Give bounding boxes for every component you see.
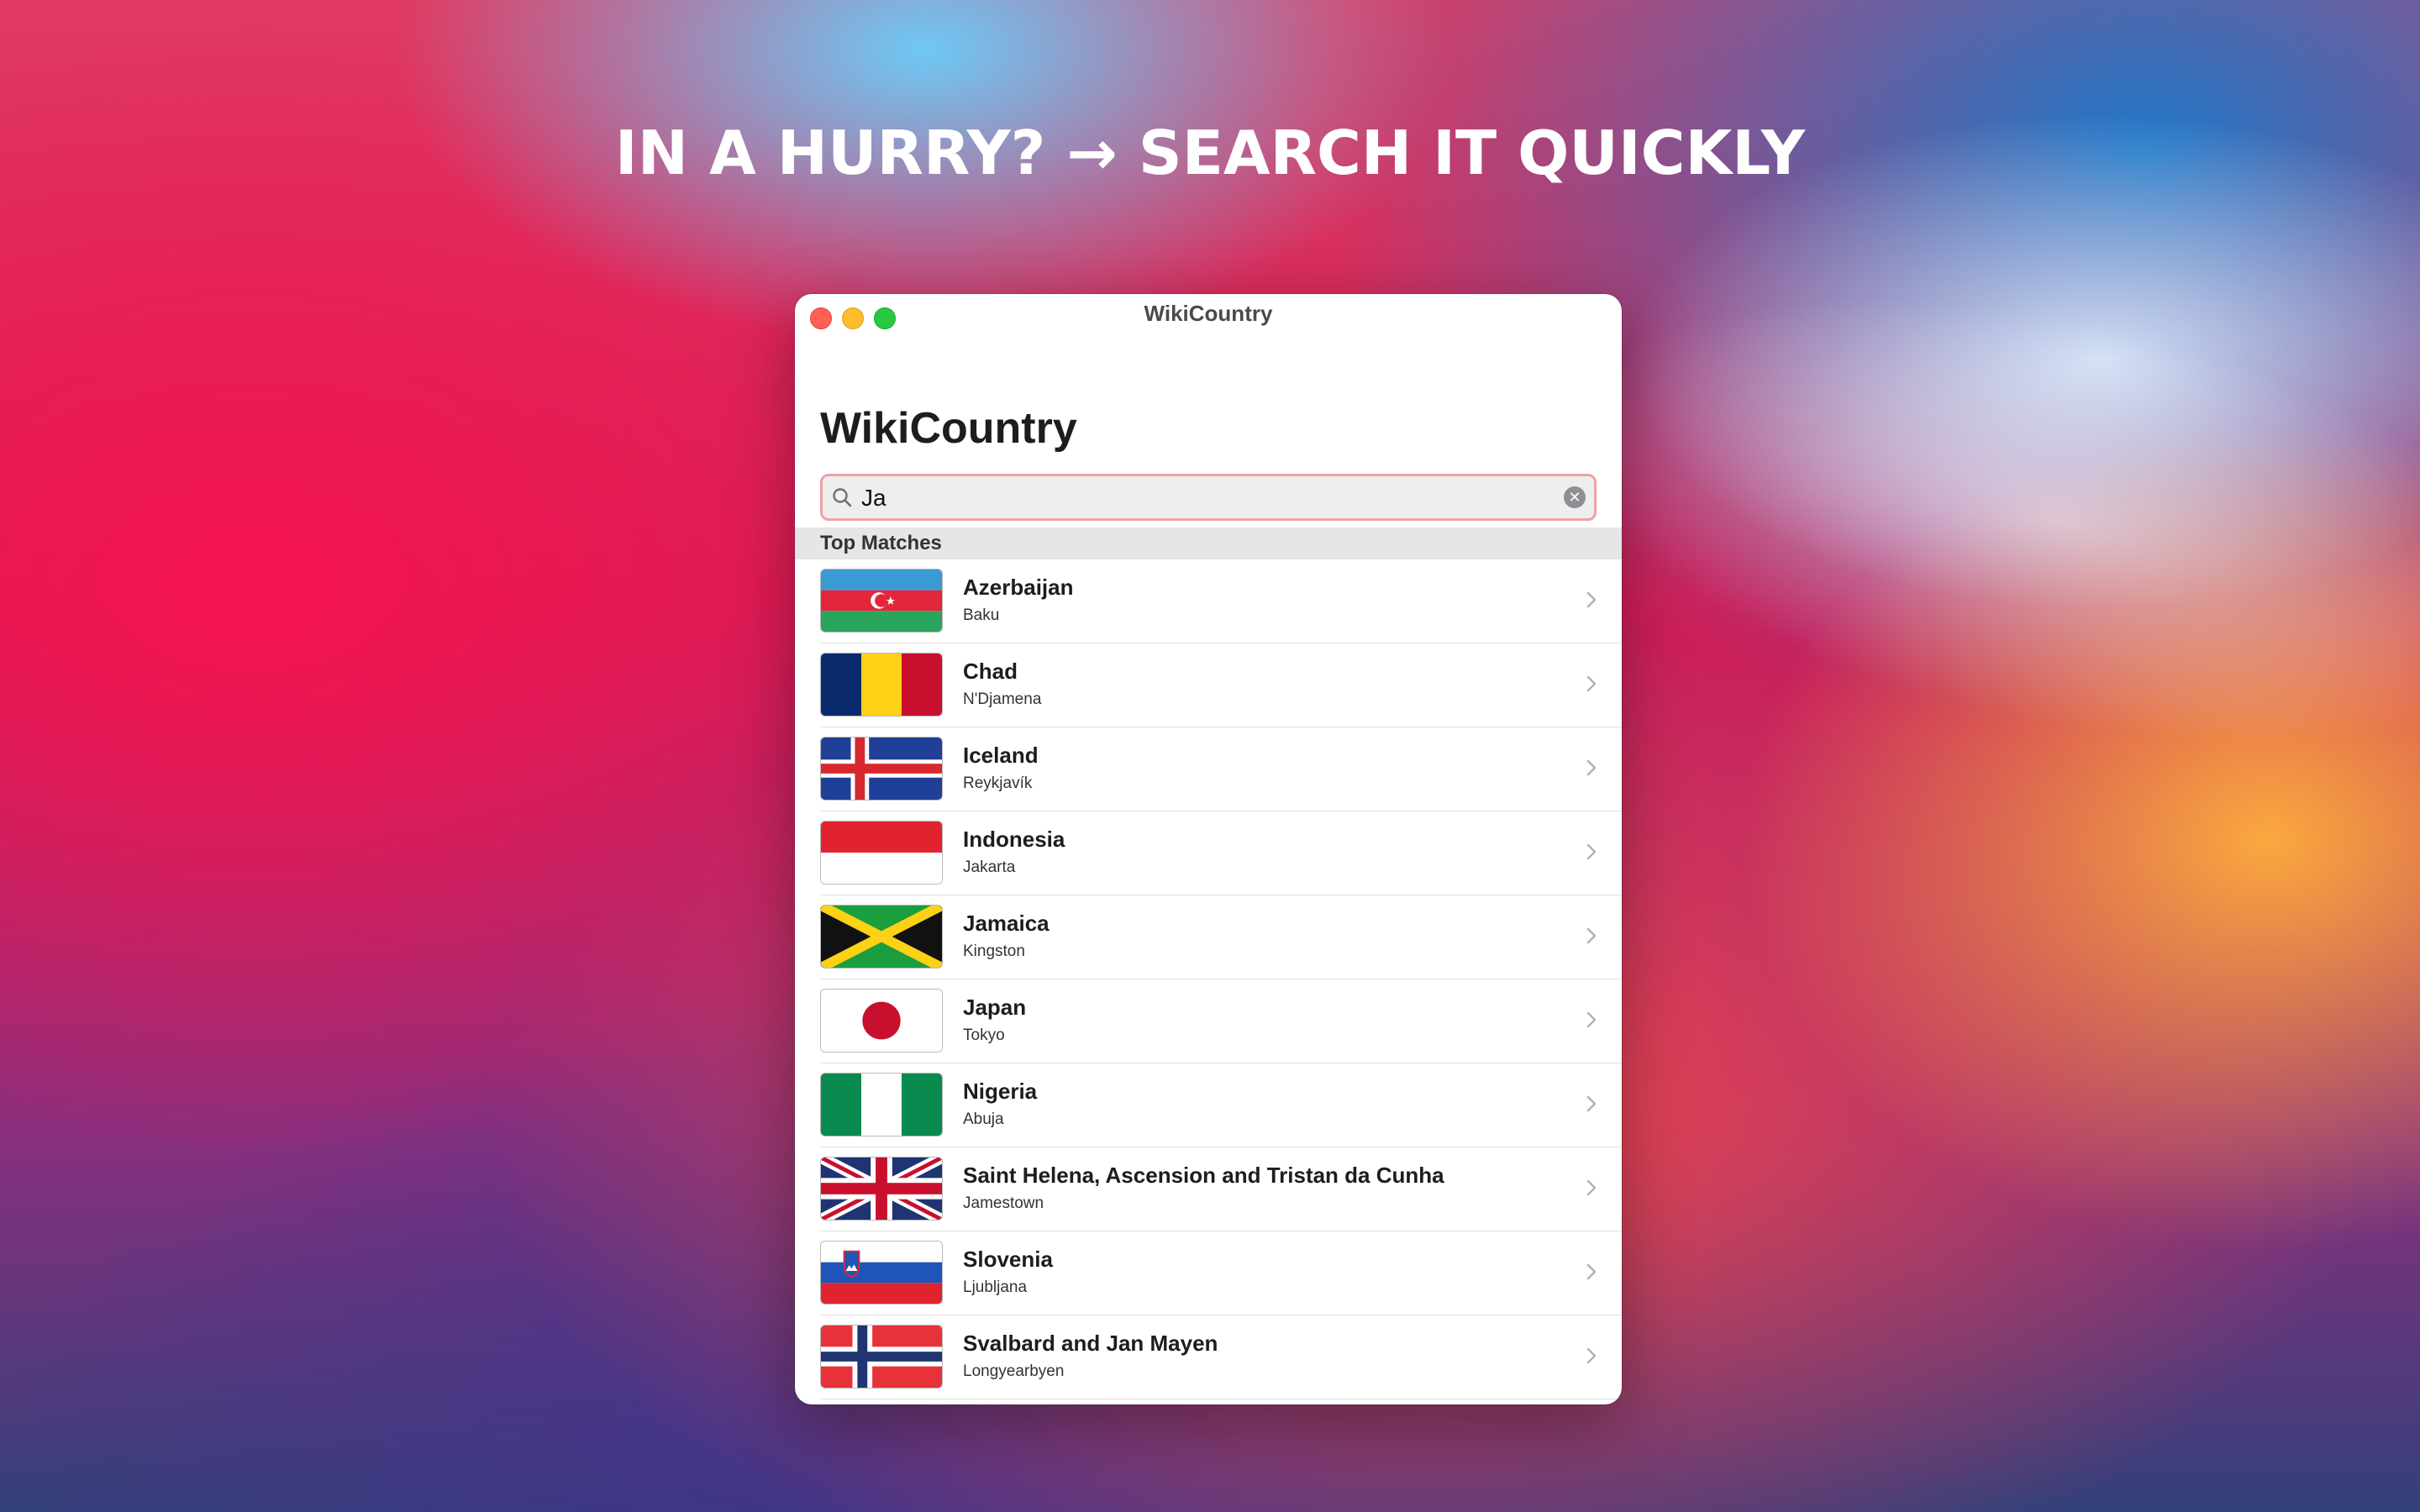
country-row-iceland[interactable]: Iceland Reykjavík [795, 727, 1622, 811]
country-capital: Baku [963, 606, 1000, 624]
country-capital: Jakarta [963, 858, 1016, 876]
country-name: Saint Helena, Ascension and Tristan da C… [963, 1163, 1444, 1188]
window-title: WikiCountry [1144, 301, 1273, 326]
chevron-right-icon [1586, 1011, 1597, 1028]
promo-headline: IN A HURRY? → SEARCH IT QUICKLY [614, 118, 1806, 188]
country-row-chad[interactable]: Chad N'Djamena [795, 643, 1622, 727]
jamaica-flag-icon [820, 905, 943, 969]
country-capital: N'Djamena [963, 690, 1042, 708]
country-row-nigeria[interactable]: Nigeria Abuja [795, 1063, 1622, 1147]
indonesia-flag-icon [820, 821, 943, 885]
country-row-jamaica[interactable]: Jamaica Kingston [795, 895, 1622, 979]
app-window: WikiCountry WikiCountry ✕ Top Matches [795, 294, 1622, 1404]
country-name: Japan [963, 995, 1027, 1020]
country-name: Chad [963, 659, 1018, 684]
country-row-japan[interactable]: Japan Tokyo [795, 979, 1622, 1063]
section-title: Top Matches [820, 532, 942, 554]
search-input[interactable] [860, 481, 1535, 515]
chevron-right-icon [1586, 843, 1597, 860]
chevron-right-icon [1586, 675, 1597, 692]
country-list: Azerbaijan Baku Chad N'Djamena Iceland R… [795, 559, 1622, 1399]
country-name: Azerbaijan [963, 575, 1074, 600]
magnifier-icon [833, 488, 852, 507]
country-name: Nigeria [963, 1079, 1038, 1104]
title-bar[interactable]: WikiCountry [795, 294, 1622, 341]
country-capital: Longyearbyen [963, 1362, 1065, 1380]
nigeria-flag-icon [820, 1073, 943, 1137]
chevron-right-icon [1586, 759, 1597, 776]
chevron-right-icon [1586, 591, 1597, 608]
country-name: Svalbard and Jan Mayen [963, 1331, 1218, 1356]
country-name: Jamaica [963, 911, 1050, 936]
country-name: Indonesia [963, 827, 1065, 852]
chad-flag-icon [820, 653, 943, 717]
country-capital: Abuja [963, 1110, 1004, 1128]
chevron-right-icon [1586, 1179, 1597, 1196]
chevron-right-icon [1586, 927, 1597, 944]
norway-flag-icon [820, 1325, 943, 1389]
country-capital: Jamestown [963, 1194, 1044, 1212]
country-row-saint-helena[interactable]: Saint Helena, Ascension and Tristan da C… [795, 1147, 1622, 1231]
uk-flag-icon [820, 1157, 943, 1221]
country-capital: Tokyo [963, 1026, 1005, 1044]
page-title: WikiCountry [820, 404, 1077, 453]
chevron-right-icon [1586, 1347, 1597, 1364]
clear-search-icon[interactable]: ✕ [1564, 486, 1586, 508]
slovenia-flag-icon [820, 1241, 943, 1305]
country-capital: Reykjavík [963, 774, 1033, 792]
country-capital: Kingston [963, 942, 1025, 960]
iceland-flag-icon [820, 737, 943, 801]
japan-flag-icon [820, 989, 943, 1053]
search-field[interactable]: ✕ [820, 474, 1597, 521]
azerbaijan-flag-icon [820, 569, 943, 633]
country-row-indonesia[interactable]: Indonesia Jakarta [795, 811, 1622, 895]
country-row-slovenia[interactable]: Slovenia Ljubljana [795, 1231, 1622, 1315]
country-row-azerbaijan[interactable]: Azerbaijan Baku [795, 559, 1622, 643]
country-row-svalbard[interactable]: Svalbard and Jan Mayen Longyearbyen [795, 1315, 1622, 1399]
chevron-right-icon [1586, 1095, 1597, 1112]
section-header: Top Matches [795, 528, 1622, 559]
country-name: Slovenia [963, 1247, 1053, 1272]
country-name: Iceland [963, 743, 1039, 768]
country-capital: Ljubljana [963, 1278, 1028, 1296]
chevron-right-icon [1586, 1263, 1597, 1280]
